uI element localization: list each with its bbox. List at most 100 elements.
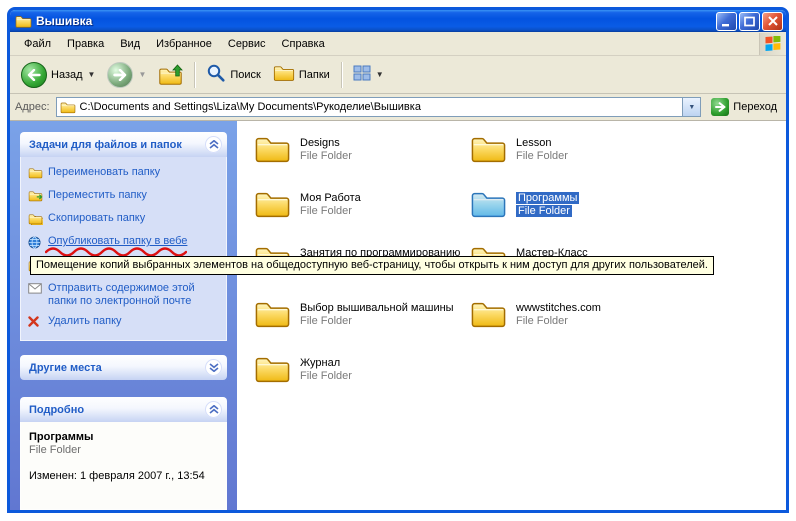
chevron-down-icon[interactable] [205, 359, 222, 376]
titlebar[interactable]: Вышивка [10, 10, 786, 32]
folder-item-wwwstitches[interactable]: wwwstitches.comFile Folder [470, 299, 675, 354]
address-input[interactable]: C:\Documents and Settings\Liza\My Docume… [56, 97, 702, 117]
task-label: Отправить содержимое этой папки по элект… [48, 282, 206, 308]
task-delete-folder[interactable]: Удалить папку [28, 315, 222, 330]
windows-logo-icon [759, 33, 786, 55]
address-bar: Адрес: C:\Documents and Settings\Liza\My… [10, 94, 786, 121]
search-label: Поиск [230, 69, 260, 81]
folder-name: Журнал [300, 357, 352, 369]
task-rename-folder[interactable]: Переименовать папку [28, 166, 222, 182]
folder-icon [470, 299, 507, 329]
folder-name: Designs [300, 137, 352, 149]
email-icon [28, 282, 43, 297]
toolbar-separator [194, 62, 195, 88]
back-dropdown-icon[interactable]: ▼ [88, 70, 96, 79]
up-button[interactable] [153, 61, 188, 89]
tooltip: Помещение копий выбранных элементов на о… [30, 256, 714, 275]
folder-type: File Folder [300, 315, 454, 327]
file-list-area[interactable]: DesignsFile Folder LessonFile Folder Моя… [237, 121, 786, 510]
folder-item-zhurnal[interactable]: ЖурналFile Folder [254, 354, 459, 409]
menu-item-help[interactable]: Справка [274, 35, 333, 53]
window-title: Вышивка [36, 14, 716, 28]
back-button[interactable]: Назад ▼ [16, 59, 100, 91]
views-dropdown-icon[interactable]: ▼ [376, 70, 384, 79]
details-modified: Изменен: 1 февраля 2007 г., 13:54 [29, 470, 218, 482]
minimize-button[interactable] [716, 12, 737, 31]
panel-title: Подробно [29, 404, 84, 416]
task-label: Переместить папку [48, 189, 147, 202]
folder-item-moya-rabota[interactable]: Моя РаботаFile Folder [254, 189, 459, 244]
folder-icon [470, 134, 507, 164]
menu-item-favorites[interactable]: Избранное [148, 35, 220, 53]
folder-icon [254, 354, 291, 384]
task-pane: Задачи для файлов и папок Переименовать … [10, 121, 237, 510]
other-places-header[interactable]: Другие места [20, 355, 227, 380]
folder-item-lesson[interactable]: LessonFile Folder [470, 134, 675, 189]
menu-item-view[interactable]: Вид [112, 35, 148, 53]
folders-button[interactable]: Папки [268, 61, 335, 88]
delete-icon [28, 315, 43, 330]
views-button[interactable]: ▼ [348, 62, 389, 87]
folders-icon [273, 64, 295, 85]
details-type: File Folder [29, 444, 218, 456]
folder-type: File Folder [516, 150, 568, 162]
folder-name: Выбор вышивальной машины [300, 302, 454, 314]
copy-folder-icon [28, 212, 43, 228]
window-folder-icon [15, 14, 32, 29]
close-button[interactable] [762, 12, 783, 31]
folder-item-vybor-mashiny[interactable]: Выбор вышивальной машиныFile Folder [254, 299, 459, 354]
folder-type: File Folder [516, 205, 572, 217]
menu-item-file[interactable]: Файл [16, 35, 59, 53]
toolbar: Назад ▼ ▼ Поиск [10, 56, 786, 94]
folder-type: File Folder [300, 370, 352, 382]
chevron-up-icon[interactable] [205, 401, 222, 418]
folder-icon-selected [470, 189, 507, 219]
panel-title: Задачи для файлов и папок [29, 139, 182, 151]
publish-web-icon [28, 235, 43, 252]
search-icon [206, 63, 226, 86]
forward-button[interactable]: ▼ [102, 59, 151, 91]
move-folder-icon [28, 189, 43, 205]
task-move-folder[interactable]: Переместить папку [28, 189, 222, 205]
folder-type: File Folder [516, 315, 601, 327]
folder-item-programmy[interactable]: ПрограммыFile Folder [470, 189, 675, 244]
red-underline-annotation [45, 247, 187, 256]
task-label: Скопировать папку [48, 212, 145, 225]
folder-icon [254, 134, 291, 164]
task-publish-folder-web[interactable]: Опубликовать папку в вебе [28, 235, 222, 252]
panel-title: Другие места [29, 362, 102, 374]
go-icon [711, 98, 729, 116]
folder-name: wwwstitches.com [516, 302, 601, 314]
search-button[interactable]: Поиск [201, 60, 265, 89]
views-icon [353, 65, 371, 84]
address-folder-icon [60, 101, 76, 114]
task-label: Удалить папку [48, 315, 122, 328]
address-label: Адрес: [15, 101, 50, 113]
back-icon [21, 62, 47, 88]
folder-type: File Folder [300, 205, 361, 217]
menu-bar: Файл Правка Вид Избранное Сервис Справка [10, 32, 786, 56]
details-header[interactable]: Подробно [20, 397, 227, 422]
task-label: Опубликовать папку в вебе [48, 235, 187, 248]
task-email-folder[interactable]: Отправить содержимое этой папки по элект… [28, 282, 222, 308]
folder-name: Моя Работа [300, 192, 361, 204]
go-button[interactable]: Переход [707, 97, 781, 117]
details-panel: Подробно Программы File Folder Изменен: … [20, 397, 227, 510]
folders-label: Папки [299, 69, 330, 81]
task-label: Переименовать папку [48, 166, 160, 179]
forward-icon [107, 62, 133, 88]
menu-item-edit[interactable]: Правка [59, 35, 112, 53]
chevron-up-icon[interactable] [205, 136, 222, 153]
forward-dropdown-icon[interactable]: ▼ [138, 70, 146, 79]
folder-icon [254, 189, 291, 219]
folder-icon [254, 299, 291, 329]
address-dropdown-button[interactable]: ▼ [682, 98, 700, 116]
file-tasks-panel: Задачи для файлов и папок Переименовать … [20, 132, 227, 341]
menu-item-tools[interactable]: Сервис [220, 35, 274, 53]
other-places-panel: Другие места [20, 355, 227, 380]
folder-item-designs[interactable]: DesignsFile Folder [254, 134, 459, 189]
up-folder-icon [158, 64, 183, 86]
maximize-button[interactable] [739, 12, 760, 31]
task-copy-folder[interactable]: Скопировать папку [28, 212, 222, 228]
file-tasks-header[interactable]: Задачи для файлов и папок [20, 132, 227, 157]
